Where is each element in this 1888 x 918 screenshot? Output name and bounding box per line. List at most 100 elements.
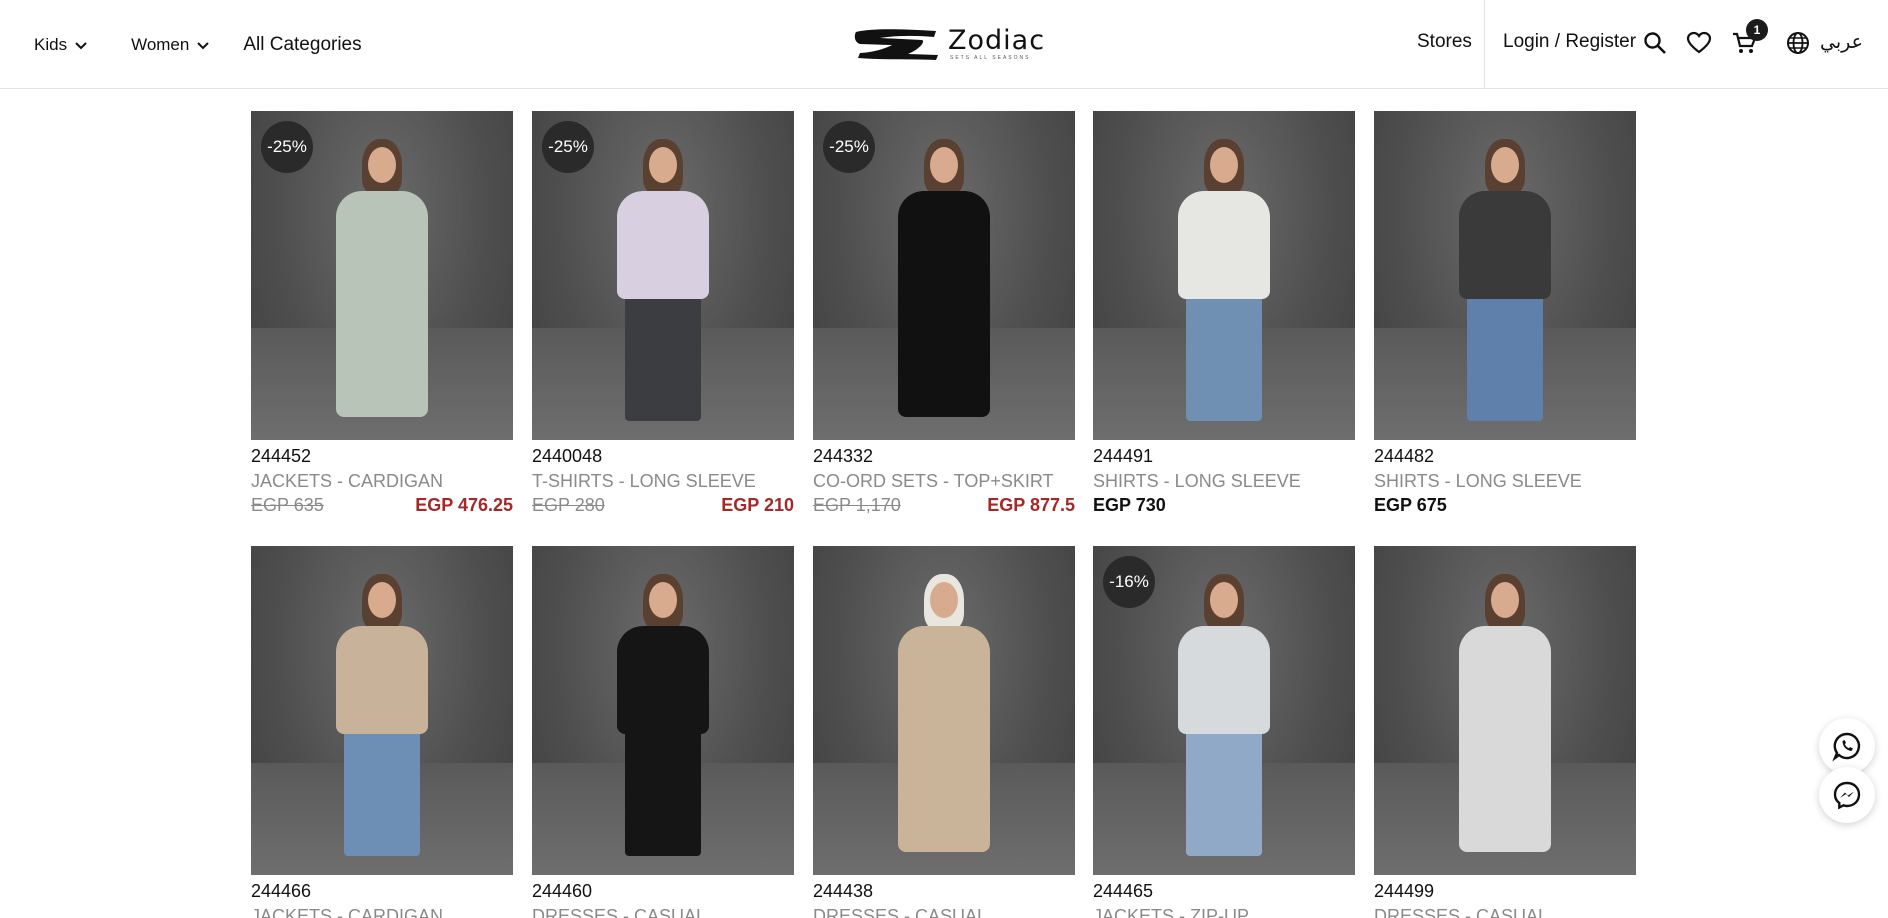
product-card[interactable]: 244491 SHIRTS - LONG SLEEVE EGP 730 <box>1093 111 1355 521</box>
messenger-icon <box>1833 781 1861 810</box>
original-price: EGP 635 <box>251 495 324 515</box>
model-face <box>368 147 396 183</box>
product-image[interactable] <box>1374 111 1636 440</box>
product-sku[interactable]: 244466 <box>251 879 513 903</box>
header-divider <box>1484 0 1485 89</box>
nav-women[interactable]: Women <box>131 35 211 55</box>
product-image[interactable] <box>532 546 794 875</box>
model-top <box>1459 626 1551 852</box>
product-sku[interactable]: 244332 <box>813 444 1075 468</box>
product-category: T-SHIRTS - LONG SLEEVE <box>532 471 756 491</box>
model-figure <box>884 139 1004 429</box>
zodiac-logo-mark <box>854 29 938 60</box>
globe-icon[interactable] <box>1785 30 1811 56</box>
messenger-button[interactable] <box>1819 767 1875 823</box>
product-image[interactable] <box>251 546 513 875</box>
nav-kids-label: Kids <box>34 34 68 54</box>
whatsapp-button[interactable] <box>1819 718 1875 774</box>
model-figure <box>322 139 442 429</box>
product-category: JACKETS - CARDIGAN <box>251 471 444 491</box>
sale-price: EGP 877.5 <box>987 495 1075 515</box>
product-category: JACKETS - CARDIGAN <box>251 906 444 918</box>
product-sku[interactable]: 244465 <box>1093 879 1355 903</box>
product-category: CO-ORD SETS - TOP+SKIRT <box>813 471 1054 491</box>
model-figure <box>603 139 723 429</box>
product-image[interactable]: -25% <box>813 111 1075 440</box>
chevron-down-icon <box>75 41 87 49</box>
heart-icon[interactable] <box>1686 30 1712 56</box>
product-sku[interactable]: 244499 <box>1374 879 1636 903</box>
brand-name: Zodiac <box>948 25 1046 56</box>
chevron-down-icon <box>197 41 210 49</box>
product-sku[interactable]: 244491 <box>1093 444 1355 468</box>
main-nav: Kids Women All Categories <box>34 0 362 89</box>
product-sku[interactable]: 244460 <box>532 879 794 903</box>
product-price-row: EGP 280 EGP 210 <box>532 495 794 521</box>
model-top <box>898 626 990 852</box>
discount-badge: -25% <box>542 121 594 173</box>
product-price-row: EGP 675 <box>1374 495 1636 521</box>
cart-count-badge: 1 <box>1746 19 1768 41</box>
model-bottom <box>344 724 420 856</box>
model-face <box>930 147 958 183</box>
model-bottom <box>1186 289 1262 421</box>
product-card[interactable]: 244438 DRESSES - CASUAL <box>813 546 1075 918</box>
brand-tagline: SETS ALL SEASONS <box>950 55 1031 61</box>
product-sku[interactable]: 244452 <box>251 444 513 468</box>
product-image[interactable]: -25% <box>251 111 513 440</box>
product-price-row: EGP 635 EGP 476.25 <box>251 495 513 521</box>
product-sku[interactable]: 244438 <box>813 879 1075 903</box>
model-top <box>898 191 990 417</box>
product-image[interactable]: -25% <box>532 111 794 440</box>
model-figure <box>1445 139 1565 429</box>
product-card[interactable]: 244466 JACKETS - CARDIGAN <box>251 546 513 918</box>
product-category: DRESSES - CASUAL <box>1374 906 1549 918</box>
product-card[interactable]: -16% 244465 JACKETS - ZIP-UP <box>1093 546 1355 918</box>
product-card[interactable]: -25% 2440048 T-SHIRTS - LONG SLEEVE EGP 280… <box>532 111 794 521</box>
product-image[interactable] <box>1093 111 1355 440</box>
model-top <box>617 191 709 299</box>
model-top <box>336 191 428 417</box>
product-price-row: EGP 1,170 EGP 877.5 <box>813 495 1075 521</box>
product-card[interactable]: 244482 SHIRTS - LONG SLEEVE EGP 675 <box>1374 111 1636 521</box>
product-card[interactable]: 244499 DRESSES - CASUAL <box>1374 546 1636 918</box>
model-figure <box>322 574 442 864</box>
model-top <box>336 626 428 734</box>
model-top <box>1459 191 1551 299</box>
model-figure <box>1164 139 1284 429</box>
nav-women-label: Women <box>131 34 190 54</box>
model-figure <box>1445 574 1565 864</box>
product-card[interactable]: 244460 DRESSES - CASUAL <box>532 546 794 918</box>
product-sku[interactable]: 244482 <box>1374 444 1636 468</box>
product-card[interactable]: -25% 244452 JACKETS - CARDIGAN EGP 635 EGP 4… <box>251 111 513 521</box>
sale-price: EGP 476.25 <box>415 495 513 515</box>
site-header: Kids Women All Categories Zodiac SETS AL… <box>0 0 1888 89</box>
product-category: JACKETS - ZIP-UP <box>1093 906 1250 918</box>
model-face <box>368 582 396 618</box>
sale-price: EGP 210 <box>721 495 794 515</box>
product-category: SHIRTS - LONG SLEEVE <box>1093 471 1301 491</box>
product-image[interactable] <box>1374 546 1636 875</box>
model-top <box>1178 191 1270 299</box>
product-card[interactable]: -25% 244332 CO-ORD SETS - TOP+SKIRT EGP 1,1… <box>813 111 1075 521</box>
nav-kids[interactable]: Kids <box>34 35 89 55</box>
model-face <box>930 582 958 618</box>
language-switch[interactable]: عربي <box>1820 31 1863 53</box>
stores-link[interactable]: Stores <box>1417 31 1472 53</box>
model-bottom <box>1467 289 1543 421</box>
search-icon[interactable] <box>1642 30 1668 56</box>
product-price: EGP 675 <box>1374 495 1447 515</box>
product-image[interactable]: -16% <box>1093 546 1355 875</box>
nav-all-categories[interactable]: All Categories <box>243 34 361 56</box>
product-price-row: EGP 730 <box>1093 495 1355 521</box>
brand-logo[interactable]: Zodiac SETS ALL SEASONS <box>852 24 1044 64</box>
product-category: SHIRTS - LONG SLEEVE <box>1374 471 1582 491</box>
model-figure <box>1164 574 1284 864</box>
product-image[interactable] <box>813 546 1075 875</box>
model-top <box>617 626 709 734</box>
discount-badge: -25% <box>261 121 313 173</box>
model-bottom <box>1186 724 1262 856</box>
original-price: EGP 1,170 <box>813 495 901 515</box>
login-register-link[interactable]: Login / Register <box>1503 31 1636 53</box>
product-sku[interactable]: 2440048 <box>532 444 794 468</box>
